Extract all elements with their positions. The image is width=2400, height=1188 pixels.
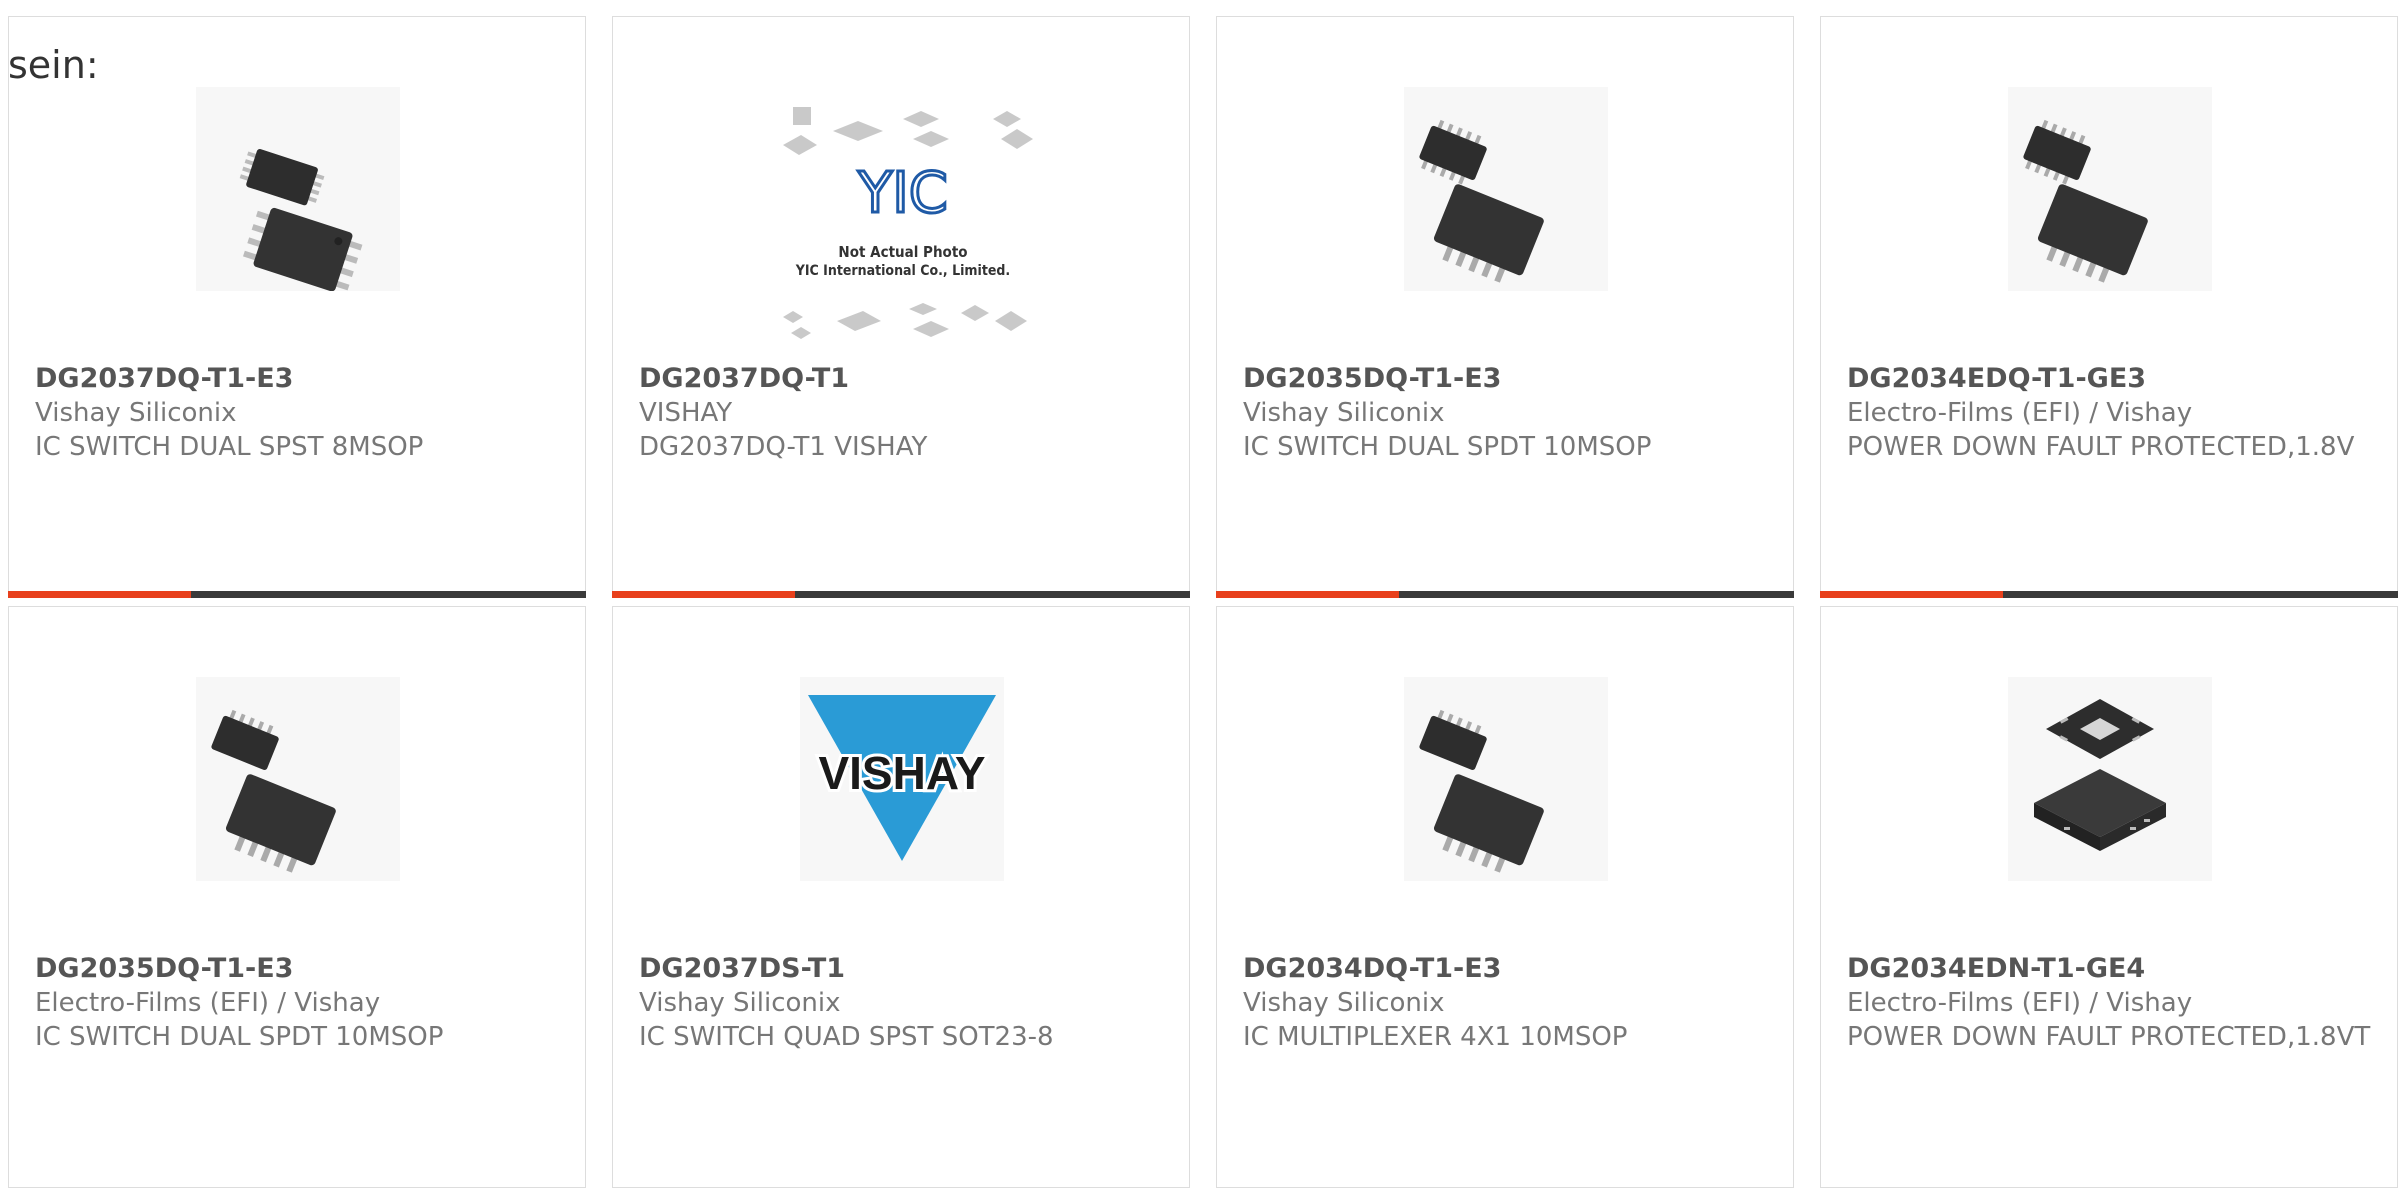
product-image[interactable] [196,87,400,291]
qfn-chip-icon [2008,677,2212,881]
msop-8-chip-icon [196,87,400,291]
product-image[interactable] [2008,677,2212,881]
manufacturer-label: VISHAY [639,398,733,428]
manufacturer-label: Electro-Films (EFI) / Vishay [35,988,381,1018]
msop-10-chip-icon [1404,87,1608,291]
yic-logo-text: YIC [857,161,948,226]
image-caption-line1: Not Actual Photo [838,243,967,261]
vishay-logo-icon: VISHAY [800,677,1004,881]
accent-bar [612,591,795,598]
product-image[interactable]: YIC Not Actual Photo YIC International C… [763,107,1043,357]
description-text: IC SWITCH DUAL SPST 8MSOP [35,432,424,462]
part-number-link[interactable]: DG2035DQ-T1-E3 [1243,362,1773,396]
description-text: IC SWITCH DUAL SPDT 10MSOP [1243,432,1652,462]
accent-bar [1820,591,2003,598]
product-card[interactable]: DG2035DQ-T1-E3 Vishay Siliconix IC SWITC… [1216,16,1794,598]
part-number-link[interactable]: DG2034DQ-T1-E3 [1243,952,1773,986]
manufacturer-label: Vishay Siliconix [35,398,237,428]
description-text: IC SWITCH QUAD SPST SOT23-8 [639,1022,1054,1052]
accent-bar [1216,591,1399,598]
product-image[interactable] [2008,87,2212,291]
description-text: IC MULTIPLEXER 4X1 10MSOP [1243,1022,1628,1052]
product-image[interactable] [1404,87,1608,291]
manufacturer-label: Electro-Films (EFI) / Vishay [1847,398,2193,428]
description-text: POWER DOWN FAULT PROTECTED,1.8VT [1847,1022,2371,1052]
product-card[interactable]: DG2034EDN-T1-GE4 Electro-Films (EFI) / V… [1820,606,2398,1188]
card-bottom-bar [1216,591,1794,598]
product-card[interactable]: DG2037DQ-T1-E3 Vishay Siliconix IC SWITC… [8,16,586,598]
msop-10-chip-icon [196,677,400,881]
part-number-link[interactable]: DG2037DS-T1 [639,952,1169,986]
yic-placeholder-icon: YIC Not Actual Photo YIC International C… [783,107,1033,339]
vishay-logo-text: VISHAY [818,747,985,799]
product-grid: DG2037DQ-T1-E3 Vishay Siliconix IC SWITC… [0,0,2400,1188]
part-number-link[interactable]: DG2037DQ-T1-E3 [35,362,565,396]
product-card[interactable]: DG2034EDQ-T1-GE3 Electro-Films (EFI) / V… [1820,16,2398,598]
msop-10-chip-icon [2008,87,2212,291]
card-bottom-bar [612,591,1190,598]
image-caption-line2: YIC International Co., Limited. [795,263,1010,279]
part-number-link[interactable]: DG2035DQ-T1-E3 [35,952,565,986]
card-bottom-bar [1820,591,2398,598]
product-card[interactable]: VISHAY DG2037DS-T1 Vishay Siliconix IC S… [612,606,1190,1188]
product-image[interactable]: VISHAY [800,677,1004,881]
part-number-link[interactable]: DG2037DQ-T1 [639,362,1169,396]
part-number-link[interactable]: DG2034EDN-T1-GE4 [1847,952,2377,986]
manufacturer-label: Vishay Siliconix [1243,988,1445,1018]
product-card[interactable]: YIC Not Actual Photo YIC International C… [612,16,1190,598]
msop-10-chip-icon [1404,677,1608,881]
description-text: POWER DOWN FAULT PROTECTED,1.8V [1847,432,2355,462]
card-bottom-bar [8,591,586,598]
manufacturer-label: Electro-Films (EFI) / Vishay [1847,988,2193,1018]
description-text: DG2037DQ-T1 VISHAY [639,432,928,462]
accent-bar [8,591,191,598]
manufacturer-label: Vishay Siliconix [1243,398,1445,428]
lead-text: sein: [8,43,99,87]
product-card[interactable]: DG2035DQ-T1-E3 Electro-Films (EFI) / Vis… [8,606,586,1188]
part-number-link[interactable]: DG2034EDQ-T1-GE3 [1847,362,2377,396]
product-card[interactable]: DG2034DQ-T1-E3 Vishay Siliconix IC MULTI… [1216,606,1794,1188]
product-image[interactable] [1404,677,1608,881]
description-text: IC SWITCH DUAL SPDT 10MSOP [35,1022,444,1052]
product-image[interactable] [196,677,400,881]
manufacturer-label: Vishay Siliconix [639,988,841,1018]
